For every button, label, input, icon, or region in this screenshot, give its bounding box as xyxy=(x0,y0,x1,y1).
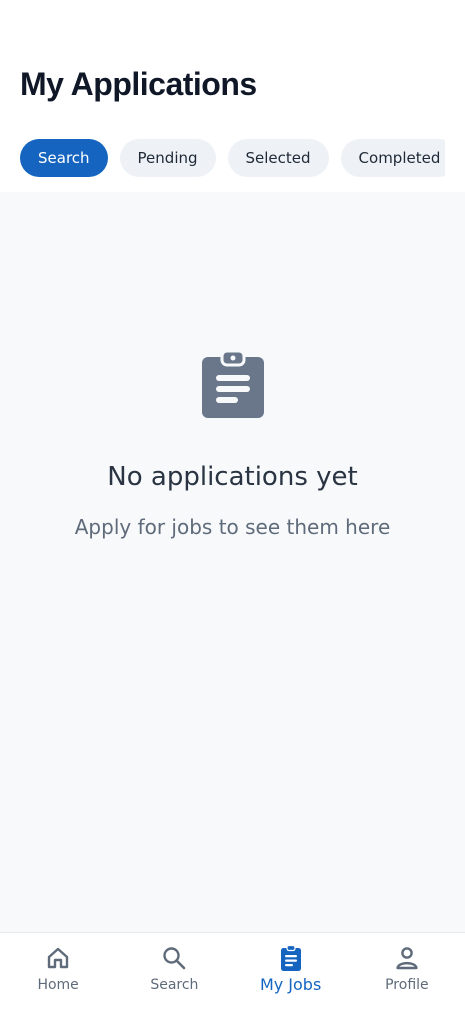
tab-completed[interactable]: Completed xyxy=(340,139,445,177)
empty-state-title: No applications yet xyxy=(107,462,358,492)
tab-search[interactable]: Search xyxy=(20,139,108,177)
nav-home[interactable]: Home xyxy=(0,933,116,1024)
nav-my-jobs-label: My Jobs xyxy=(259,975,322,994)
page-title: My Applications xyxy=(20,66,257,102)
app-screen: My Applications Search Pending Selected … xyxy=(0,0,465,1024)
clipboard-icon xyxy=(280,944,301,971)
nav-home-label: Home xyxy=(37,977,79,993)
tab-selected[interactable]: Selected xyxy=(227,139,329,177)
person-icon xyxy=(396,947,418,970)
bottom-navigation: Home Search My Jobs Profile xyxy=(0,932,465,1024)
empty-state: No applications yet Apply for jobs to se… xyxy=(0,192,465,932)
nav-profile[interactable]: Profile xyxy=(349,933,465,1024)
nav-my-jobs[interactable]: My Jobs xyxy=(233,933,349,1024)
nav-search[interactable]: Search xyxy=(116,933,232,1024)
home-icon xyxy=(47,947,69,969)
search-icon xyxy=(163,947,186,970)
filter-tabs: Search Pending Selected Completed xyxy=(20,139,445,177)
header: My Applications Search Pending Selected … xyxy=(0,0,465,192)
nav-profile-label: Profile xyxy=(385,977,429,993)
nav-search-label: Search xyxy=(150,977,199,993)
clipboard-icon xyxy=(202,349,264,418)
tab-pending[interactable]: Pending xyxy=(119,139,216,177)
empty-state-subtitle: Apply for jobs to see them here xyxy=(74,515,391,539)
